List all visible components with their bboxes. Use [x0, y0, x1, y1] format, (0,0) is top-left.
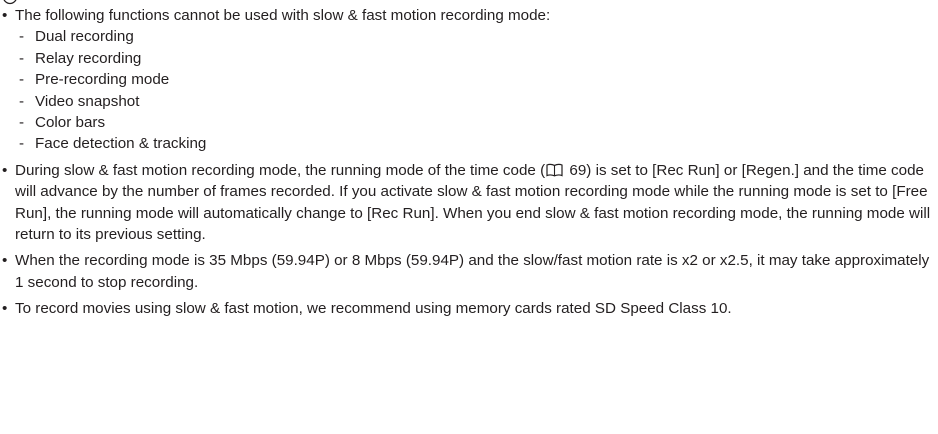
dash-glyph: -	[19, 135, 25, 153]
note-item-memory-cards: • To record movies using slow & fast mot…	[0, 298, 934, 319]
note-item-stop-recording: • When the recording mode is 35 Mbps (59…	[0, 250, 934, 293]
bullet-glyph: •	[2, 7, 8, 24]
list-item-label: Pre-recording mode	[35, 71, 170, 89]
list-item-label: Face detection & tracking	[35, 135, 207, 153]
dash-glyph: -	[19, 92, 25, 110]
list-item-label: Dual recording	[35, 28, 134, 46]
list-item-label: Video snapshot	[35, 92, 140, 110]
dash-glyph: -	[19, 71, 25, 89]
dash-glyph: -	[19, 114, 25, 132]
note-item-time-code: • During slow & fast motion recording mo…	[0, 160, 934, 246]
bullet-glyph: •	[2, 161, 8, 179]
list-item: - Pre-recording mode	[15, 69, 934, 90]
list-item-label: Relay recording	[35, 49, 142, 67]
note-text: The following functions cannot be used w…	[15, 7, 551, 24]
note-item-functions-unavailable: • The following functions cannot be used…	[0, 5, 934, 155]
note-text: To record movies using slow & fast motio…	[15, 300, 732, 318]
page-reference: 69	[569, 161, 587, 179]
note-text-before-ref: During slow & fast motion recording mode…	[15, 161, 546, 179]
list-item: - Face detection & tracking	[15, 133, 934, 154]
list-item: - Color bars	[15, 112, 934, 133]
dash-glyph: -	[19, 28, 25, 46]
manual-page: • The following functions cannot be used…	[0, 0, 938, 434]
list-item: - Dual recording	[15, 26, 934, 47]
list-item: - Video snapshot	[15, 91, 934, 112]
note-text: When the recording mode is 35 Mbps (59.9…	[15, 252, 930, 291]
notes-list: • The following functions cannot be used…	[0, 5, 934, 325]
list-item: - Relay recording	[15, 48, 934, 69]
bullet-glyph: •	[2, 252, 8, 270]
dash-glyph: -	[19, 49, 25, 67]
book-icon	[546, 163, 563, 177]
list-item-label: Color bars	[35, 114, 106, 132]
bullet-glyph: •	[2, 300, 8, 318]
unavailable-functions-list: - Dual recording - Relay recording - Pre-re…	[15, 26, 934, 154]
